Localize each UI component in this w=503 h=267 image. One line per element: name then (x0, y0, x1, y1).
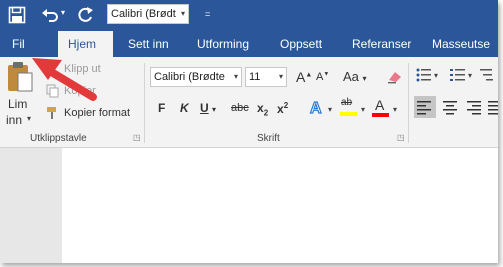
word-window: ▾ Calibri (Brødt ▾ = Fil Hjem Sett inn U… (0, 0, 498, 263)
annotation-arrow-icon (32, 58, 97, 101)
